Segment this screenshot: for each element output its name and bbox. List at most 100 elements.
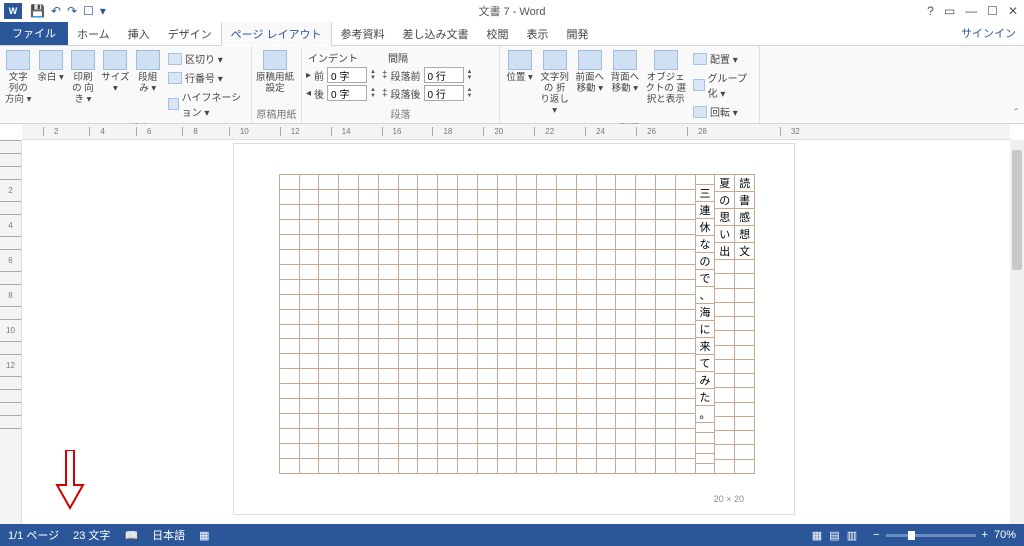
- touch-mode-icon[interactable]: ☐: [83, 4, 94, 18]
- genkou-cell[interactable]: [379, 354, 398, 369]
- genkou-cell[interactable]: [735, 260, 754, 274]
- genkou-cell[interactable]: た: [696, 389, 715, 406]
- genkou-cell[interactable]: [300, 414, 319, 429]
- genkou-cell[interactable]: [636, 429, 655, 444]
- genkou-cell[interactable]: [735, 388, 754, 402]
- close-icon[interactable]: ✕: [1008, 4, 1018, 18]
- genkou-cell[interactable]: [517, 444, 536, 459]
- genkou-cell[interactable]: [676, 444, 695, 459]
- genkou-cell[interactable]: [735, 331, 754, 345]
- genkou-cell[interactable]: [478, 280, 497, 295]
- genkou-cell[interactable]: 書: [735, 192, 754, 209]
- genkou-cell[interactable]: [577, 414, 596, 429]
- columns-button[interactable]: 段組み ▾: [134, 50, 162, 94]
- genkou-cell[interactable]: [438, 250, 457, 265]
- genkou-cell[interactable]: [537, 384, 556, 399]
- genkou-cell[interactable]: [656, 235, 675, 250]
- genkou-cell[interactable]: [656, 295, 675, 310]
- genkou-cell[interactable]: [517, 414, 536, 429]
- genkou-settings-button[interactable]: 原稿用紙 設定: [256, 50, 294, 94]
- spacing-before-spinner[interactable]: ‡段落前▲▼: [382, 67, 473, 83]
- breaks-button[interactable]: 区切り ▾: [166, 50, 247, 67]
- genkou-cell[interactable]: [379, 459, 398, 473]
- genkou-cell[interactable]: [478, 429, 497, 444]
- genkou-cell[interactable]: [319, 325, 338, 340]
- document-page[interactable]: 読書感想文夏の思い出三連休なので、海に来てみた。 20 × 20: [234, 144, 794, 514]
- genkou-cell[interactable]: [300, 205, 319, 220]
- genkou-cell[interactable]: [399, 384, 418, 399]
- genkou-cell[interactable]: [319, 190, 338, 205]
- genkou-cell[interactable]: [319, 280, 338, 295]
- genkou-cell[interactable]: [636, 250, 655, 265]
- genkou-cell[interactable]: [557, 310, 576, 325]
- genkou-cell[interactable]: [478, 175, 497, 190]
- genkou-cell[interactable]: [418, 250, 437, 265]
- genkou-cell[interactable]: [537, 459, 556, 473]
- genkou-cell[interactable]: [597, 384, 616, 399]
- genkou-cell[interactable]: [636, 325, 655, 340]
- genkou-cell[interactable]: [379, 205, 398, 220]
- genkou-cell[interactable]: [300, 250, 319, 265]
- genkou-cell[interactable]: [577, 369, 596, 384]
- genkou-cell[interactable]: [319, 175, 338, 190]
- genkou-cell[interactable]: [339, 295, 358, 310]
- genkou-cell[interactable]: [696, 433, 715, 443]
- genkou-cell[interactable]: [498, 220, 517, 235]
- genkou-cell[interactable]: [418, 190, 437, 205]
- genkou-cell[interactable]: [319, 250, 338, 265]
- genkou-cell[interactable]: [478, 354, 497, 369]
- genkou-cell[interactable]: [280, 459, 299, 473]
- bring-forward-button[interactable]: 前面へ 移動 ▾: [574, 50, 605, 94]
- genkou-cell[interactable]: [656, 175, 675, 190]
- genkou-cell[interactable]: [616, 280, 635, 295]
- genkou-cell[interactable]: [319, 369, 338, 384]
- genkou-cell[interactable]: [438, 369, 457, 384]
- genkou-cell[interactable]: [636, 190, 655, 205]
- genkou-cell[interactable]: [636, 295, 655, 310]
- genkou-cell[interactable]: [577, 354, 596, 369]
- genkou-cell[interactable]: [458, 250, 477, 265]
- genkou-cell[interactable]: [418, 444, 437, 459]
- genkou-cell[interactable]: [458, 459, 477, 473]
- genkou-cell[interactable]: [557, 175, 576, 190]
- genkou-cell[interactable]: [616, 414, 635, 429]
- genkou-cell[interactable]: [339, 339, 358, 354]
- hyphenation-button[interactable]: ハイフネーション ▾: [166, 88, 247, 120]
- zoom-level[interactable]: 70%: [994, 529, 1016, 541]
- genkou-cell[interactable]: [339, 190, 358, 205]
- genkou-cell[interactable]: [676, 354, 695, 369]
- genkou-cell[interactable]: [399, 399, 418, 414]
- genkou-cell[interactable]: [636, 384, 655, 399]
- genkou-cell[interactable]: [636, 280, 655, 295]
- zoom-in-icon[interactable]: +: [982, 529, 988, 541]
- genkou-cell[interactable]: [359, 295, 378, 310]
- genkou-cell[interactable]: [280, 175, 299, 190]
- genkou-cell[interactable]: [597, 250, 616, 265]
- genkou-cell[interactable]: [537, 399, 556, 414]
- genkou-cell[interactable]: [280, 190, 299, 205]
- genkou-cell[interactable]: [577, 280, 596, 295]
- genkou-cell[interactable]: [656, 384, 675, 399]
- genkou-cell[interactable]: [438, 339, 457, 354]
- genkou-cell[interactable]: [715, 374, 734, 388]
- genkou-cell[interactable]: [458, 295, 477, 310]
- genkou-cell[interactable]: [597, 354, 616, 369]
- genkou-cell[interactable]: [517, 399, 536, 414]
- genkou-cell[interactable]: [280, 444, 299, 459]
- genkou-cell[interactable]: [418, 235, 437, 250]
- genkou-cell[interactable]: [418, 325, 437, 340]
- genkou-cell[interactable]: [517, 339, 536, 354]
- genkou-cell[interactable]: [715, 317, 734, 331]
- genkou-cell[interactable]: [418, 205, 437, 220]
- genkou-cell[interactable]: [715, 346, 734, 360]
- genkou-cell[interactable]: [438, 205, 457, 220]
- genkou-cell[interactable]: [478, 235, 497, 250]
- genkou-cell[interactable]: [676, 459, 695, 473]
- genkou-cell[interactable]: [557, 354, 576, 369]
- genkou-cell[interactable]: [319, 220, 338, 235]
- genkou-cell[interactable]: [557, 220, 576, 235]
- genkou-cell[interactable]: [478, 384, 497, 399]
- text-direction-button[interactable]: 文字列の 方向 ▾: [4, 50, 32, 105]
- genkou-cell[interactable]: [498, 399, 517, 414]
- genkou-cell[interactable]: [498, 265, 517, 280]
